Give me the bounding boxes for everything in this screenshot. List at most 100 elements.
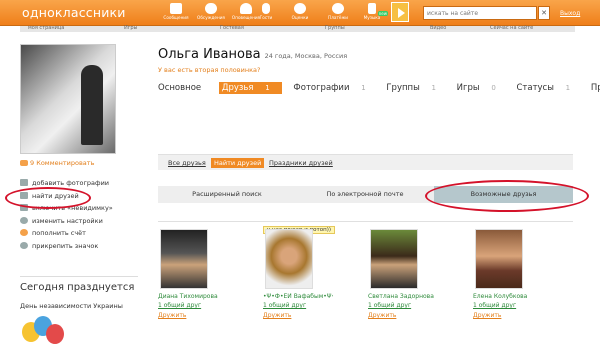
- logout-link[interactable]: Выход: [560, 10, 580, 17]
- top-navigation-bar: одноклассники Сообщения Обсуждения Опове…: [0, 0, 600, 26]
- friend-photo[interactable]: [370, 229, 418, 289]
- holiday-heading: Сегодня празднуется: [20, 282, 135, 293]
- section-tabs: моя страница Игры Гостевая Группы Видео …: [20, 25, 575, 32]
- nav-guests[interactable]: Гости: [250, 1, 282, 25]
- balloon: [46, 324, 64, 344]
- add-friend-link[interactable]: Дружить: [473, 312, 537, 319]
- nav-ratings-label: Оценки: [291, 15, 309, 20]
- mutual-friends-link[interactable]: 1 общий друг: [473, 302, 537, 309]
- comment-link[interactable]: 9 Комментировать: [20, 159, 94, 167]
- divider: [158, 221, 573, 222]
- tab-label: Прочее ▾: [590, 83, 600, 93]
- profile-name-text: Ольга Иванова: [158, 47, 261, 62]
- all-friends-link[interactable]: Все друзья: [168, 159, 206, 167]
- new-badge: new: [377, 11, 388, 16]
- friend-photo[interactable]: [160, 229, 208, 289]
- speech-bubbles-icon: [205, 3, 217, 14]
- add-friend-link[interactable]: Дружить: [263, 312, 327, 319]
- subtab[interactable]: Гостевая: [220, 25, 244, 31]
- tab-label: Друзья: [221, 83, 254, 93]
- tab-search-by-email[interactable]: По электронной почте: [296, 186, 434, 203]
- tab-label: Игры: [456, 83, 480, 93]
- subtab[interactable]: моя страница: [28, 25, 64, 31]
- gear-icon: [20, 216, 28, 224]
- tab-count: 1: [361, 84, 366, 92]
- tab-games[interactable]: Игры 0: [457, 83, 505, 93]
- nav-payments[interactable]: Платёжи: [322, 1, 354, 25]
- nav-payments-label: Платёжи: [328, 15, 348, 20]
- site-logo[interactable]: одноклассники: [22, 5, 126, 20]
- friend-photo[interactable]: [265, 229, 313, 289]
- relationship-link[interactable]: У вас есть вторая половинка?: [158, 66, 260, 74]
- menu-label: добавить фотографии: [32, 179, 110, 187]
- profile-avatar[interactable]: [20, 44, 116, 154]
- mutual-friends-link[interactable]: 1 общий друг: [263, 302, 327, 309]
- highlight-oval-find-friends: [5, 187, 91, 209]
- search-input[interactable]: искать на сайте: [423, 6, 537, 20]
- menu-label: изменить настройки: [32, 216, 103, 225]
- subtab[interactable]: Сейчас на сайте: [490, 25, 533, 31]
- profile-info: 24 года, Москва, Россия: [264, 52, 348, 60]
- pin-icon: [20, 241, 28, 249]
- envelope-icon: [170, 3, 182, 14]
- avatar-figure: [81, 65, 103, 145]
- nav-discussions[interactable]: Обсуждения: [195, 1, 227, 25]
- friend-card: Диана Тихомирова 1 общий друг Дружить: [158, 229, 222, 319]
- add-friend-link[interactable]: Дружить: [158, 312, 222, 319]
- nav-discussions-label: Обсуждения: [197, 15, 225, 20]
- menu-settings[interactable]: изменить настройки: [20, 216, 113, 230]
- menu-label: прикрепить значок: [32, 241, 99, 250]
- friends-holidays-link[interactable]: Праздники друзей: [269, 159, 333, 167]
- tab-label: Группы: [386, 83, 420, 93]
- nav-messages[interactable]: Сообщения: [160, 1, 192, 25]
- tab-label: Статусы: [516, 83, 554, 93]
- nav-guests-label: Гости: [259, 15, 273, 20]
- nav-ratings[interactable]: Оценки: [284, 1, 316, 25]
- footprints-icon: [262, 3, 270, 14]
- subtab[interactable]: Видео: [430, 25, 446, 31]
- tab-count: 0: [491, 84, 496, 92]
- play-music-button[interactable]: [391, 2, 409, 22]
- tab-count: 1: [265, 84, 270, 92]
- close-icon: ✕: [541, 9, 547, 17]
- friend-card: Светлана Задорнова 1 общий друг Дружить: [368, 229, 434, 319]
- tab-advanced-search[interactable]: Расширенный поиск: [158, 186, 296, 203]
- tab-statuses[interactable]: Статусы 1: [516, 83, 579, 93]
- camera-icon: [20, 179, 28, 186]
- subtab[interactable]: Игры: [124, 25, 138, 31]
- comment-icon: [20, 160, 28, 166]
- friends-subnav: Все друзья Найти друзей Праздники друзей: [158, 154, 573, 170]
- highlight-oval-possible-friends: [425, 180, 589, 212]
- friend-name[interactable]: Диана Тихомирова: [158, 293, 228, 300]
- mutual-friends-link[interactable]: 1 общий друг: [368, 302, 432, 309]
- friend-photo[interactable]: [475, 229, 523, 289]
- page: одноклассники Сообщения Обсуждения Опове…: [0, 0, 600, 344]
- friend-name[interactable]: Елена Колубкова: [473, 293, 543, 300]
- mutual-friends-link[interactable]: 1 общий друг: [158, 302, 222, 309]
- find-friends-tab[interactable]: Найти друзей: [211, 158, 265, 168]
- add-friend-link[interactable]: Дружить: [368, 312, 432, 319]
- holiday-name[interactable]: День независимости Украины: [20, 302, 123, 310]
- tab-more[interactable]: Прочее ▾: [591, 83, 600, 93]
- tab-label: Фотографии: [293, 83, 350, 93]
- comment-link-label: 9 Комментировать: [30, 159, 95, 167]
- menu-attach-badge[interactable]: прикрепить значок: [20, 241, 113, 255]
- friend-name[interactable]: •Ψ•Ф•ЕЙ Вафабым•Ψ•Ф•: [263, 293, 333, 300]
- nav-music[interactable]: Музыка new: [356, 1, 388, 25]
- subtab[interactable]: Группы: [325, 25, 345, 31]
- music-note-icon: [368, 3, 376, 14]
- friend-name[interactable]: Светлана Задорнова: [368, 293, 438, 300]
- nav-messages-label: Сообщения: [163, 15, 189, 20]
- menu-top-up[interactable]: пополнить счёт: [20, 229, 113, 242]
- coin-icon: [332, 3, 344, 14]
- tab-count: 1: [431, 84, 436, 92]
- tab-count: 1: [565, 84, 571, 92]
- tab-friends[interactable]: Друзья 1: [218, 82, 282, 94]
- search-button[interactable]: ✕: [538, 6, 550, 20]
- profile-tabs: Основное Друзья 1 Фотографии 1 Группы 1 …: [158, 82, 600, 96]
- tab-groups[interactable]: Группы 1: [386, 83, 445, 93]
- tab-main[interactable]: Основное: [158, 83, 210, 93]
- friend-card: Елена Колубкова 1 общий друг Дружить: [473, 229, 537, 319]
- divider: [20, 276, 138, 277]
- tab-photos[interactable]: Фотографии 1: [293, 83, 374, 93]
